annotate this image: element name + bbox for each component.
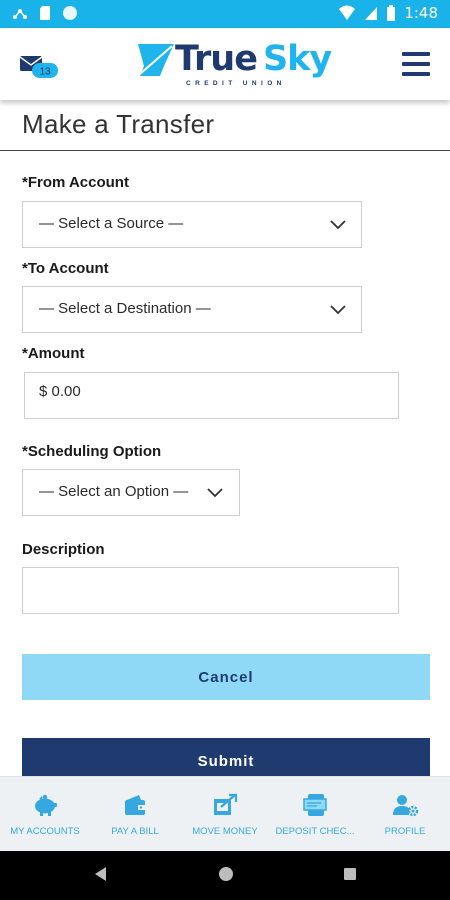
to-account-select[interactable]: — Select a Destination — (22, 286, 362, 333)
mail-badge-count: 13 (39, 67, 51, 78)
status-time: 1:48 (404, 4, 438, 22)
menu-line-icon (402, 72, 430, 76)
wallet-icon (125, 795, 145, 815)
menu-line-icon (402, 62, 430, 66)
sd-card-icon (40, 6, 50, 20)
network-icon (13, 9, 27, 19)
tab-profile-label: PROFILE (384, 826, 426, 837)
from-account-value: — Select a Source — (39, 215, 184, 232)
amount-label: *Amount (22, 345, 85, 362)
logo-tagline: CREDIT UNION (186, 80, 286, 87)
logo-word-true: True (175, 39, 258, 79)
logo-word-sky: Sky (262, 39, 332, 79)
tab-pay-a-bill-label: PAY A BILL (111, 826, 159, 837)
tab-move-money[interactable]: MOVE MONEY (180, 777, 270, 852)
scheduling-option-select[interactable]: — Select an Option — (22, 469, 240, 516)
tab-deposit-check[interactable]: DEPOSIT CHEC... (270, 777, 360, 852)
battery-icon (387, 5, 396, 21)
to-account-label: *To Account (22, 260, 109, 277)
to-account-value: — Select a Destination — (39, 300, 211, 317)
amount-value: $ 0.00 (39, 383, 81, 400)
wifi-icon (339, 5, 356, 20)
scheduling-option-value: — Select an Option — (39, 483, 189, 500)
messages-button[interactable]: 13 (19, 53, 60, 79)
notification-circle-icon (63, 6, 77, 20)
deposit-check-icon (303, 794, 327, 816)
bottom-tab-bar: MY ACCOUNTS PAY A BILL MOVE MONEY DEPOSI… (0, 776, 450, 851)
back-icon[interactable] (93, 866, 107, 882)
tab-move-money-label: MOVE MONEY (192, 826, 258, 837)
system-navigation-bar (0, 851, 450, 900)
app-header: 13 True Sky CREDIT UNION (0, 28, 450, 100)
tab-my-accounts[interactable]: MY ACCOUNTS (0, 777, 90, 852)
tab-my-accounts-label: MY ACCOUNTS (10, 826, 80, 837)
tab-deposit-check-label: DEPOSIT CHEC... (275, 826, 355, 837)
title-divider (0, 150, 450, 151)
piggy-bank-icon (35, 794, 57, 816)
amount-input[interactable]: $ 0.00 (24, 372, 399, 419)
chevron-down-icon (330, 220, 346, 230)
recents-icon[interactable] (343, 866, 357, 882)
from-account-select[interactable]: — Select a Source — (22, 201, 362, 248)
logo-wordmark: True Sky (175, 39, 332, 79)
transfer-icon (214, 793, 238, 815)
menu-line-icon (402, 52, 430, 56)
mail-icon: 13 (19, 56, 58, 78)
chevron-down-icon (207, 488, 223, 498)
cancel-button[interactable]: Cancel (22, 654, 430, 700)
description-label: Description (22, 541, 105, 558)
tab-profile[interactable]: PROFILE (360, 777, 450, 852)
status-bar: 1:48 (0, 0, 450, 28)
page-title: Make a Transfer (22, 109, 215, 139)
chevron-down-icon (330, 305, 346, 315)
description-input[interactable] (22, 567, 399, 614)
hamburger-menu-button[interactable] (402, 52, 430, 76)
scheduling-option-label: *Scheduling Option (22, 443, 162, 460)
signal-icon (365, 7, 378, 20)
tab-pay-a-bill[interactable]: PAY A BILL (90, 777, 180, 852)
user-gear-icon (393, 795, 419, 817)
logo-mark-icon (138, 44, 174, 76)
home-icon[interactable] (218, 866, 234, 882)
from-account-label: *From Account (22, 174, 129, 191)
true-sky-logo: True Sky CREDIT UNION (138, 39, 332, 88)
